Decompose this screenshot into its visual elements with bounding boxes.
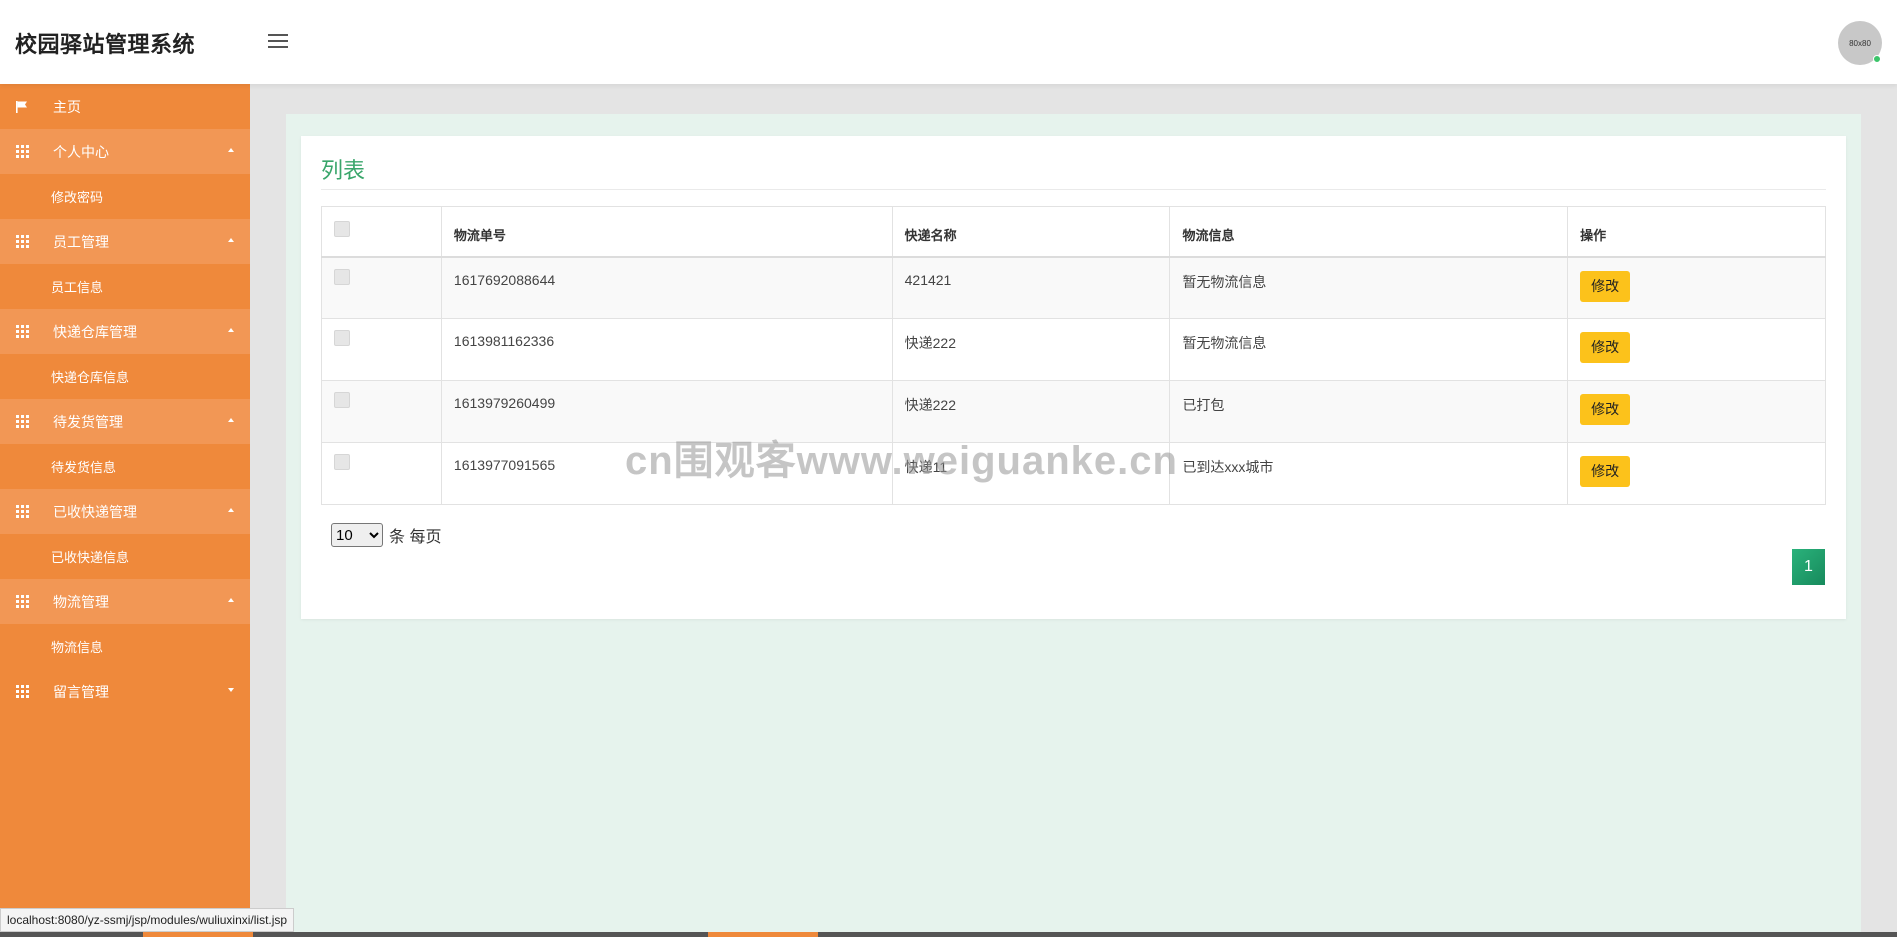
sidebar-item-staff-info[interactable]: 员工信息 bbox=[0, 264, 250, 309]
table-header-row: 物流单号 快递名称 物流信息 操作 bbox=[321, 206, 1826, 258]
column-header[interactable]: 物流单号 bbox=[440, 206, 893, 258]
pagination-page-button[interactable]: 1 bbox=[1792, 549, 1825, 585]
table-row: 1613981162336 快递222 暂无物流信息 修改 bbox=[321, 318, 1826, 381]
sidebar-group-warehouse[interactable]: 快递仓库管理 bbox=[0, 309, 250, 354]
grid-icon bbox=[14, 504, 30, 520]
top-header: 校园驿站管理系统 80x80 bbox=[0, 0, 1897, 84]
express-name-cell: 421421 bbox=[891, 256, 1171, 319]
edit-button[interactable]: 修改 bbox=[1580, 270, 1631, 302]
caret-up-icon bbox=[228, 328, 234, 332]
sidebar-group-staff[interactable]: 员工管理 bbox=[0, 219, 250, 264]
sidebar-item-change-password[interactable]: 修改密码 bbox=[0, 174, 250, 219]
row-checkbox[interactable] bbox=[334, 330, 350, 346]
column-header[interactable]: 物流信息 bbox=[1169, 206, 1569, 258]
row-checkbox[interactable] bbox=[334, 268, 350, 285]
column-header[interactable]: 快递名称 bbox=[891, 206, 1171, 258]
page-title: 列表 bbox=[321, 158, 366, 183]
grid-icon bbox=[14, 414, 30, 430]
edit-button[interactable]: 修改 bbox=[1580, 394, 1631, 425]
page-size-select[interactable]: 102050 bbox=[331, 523, 383, 547]
action-cell: 修改 bbox=[1567, 256, 1826, 319]
action-cell: 修改 bbox=[1567, 442, 1826, 505]
sidebar-group-label: 留言管理 bbox=[53, 683, 109, 700]
column-header: 操作 bbox=[1567, 206, 1826, 258]
menu-toggle-icon[interactable] bbox=[268, 34, 288, 50]
sidebar-group-label: 个人中心 bbox=[53, 143, 109, 160]
status-url: localhost:8080/yz-ssmj/jsp/modules/wuliu… bbox=[0, 908, 295, 932]
sidebar-group-label: 快递仓库管理 bbox=[53, 323, 137, 340]
row-select-cell bbox=[321, 256, 442, 319]
caret-down-icon bbox=[228, 688, 234, 692]
sidebar-item-pending-shipment-info[interactable]: 待发货信息 bbox=[0, 444, 250, 489]
divider bbox=[321, 189, 1826, 190]
action-cell: 修改 bbox=[1567, 380, 1826, 443]
sidebar-group-label: 物流管理 bbox=[53, 593, 109, 610]
edit-button[interactable]: 修改 bbox=[1580, 332, 1631, 363]
action-cell: 修改 bbox=[1567, 318, 1826, 381]
sidebar-group-label: 待发货管理 bbox=[53, 413, 123, 430]
select-all-cell bbox=[321, 206, 442, 258]
grid-icon bbox=[14, 684, 30, 700]
sidebar-group-label: 已收快递管理 bbox=[53, 503, 137, 520]
logistics-info-cell: 暂无物流信息 bbox=[1169, 318, 1569, 381]
list-panel: 列表 物流单号 快递名称 物流信息 操作 1617692088644 42142… bbox=[301, 136, 1846, 619]
sidebar-item-received-info[interactable]: 已收快递信息 bbox=[0, 534, 250, 579]
express-name-cell: 快递222 bbox=[891, 318, 1171, 381]
sidebar-item-home[interactable]: 主页 bbox=[0, 84, 250, 129]
sidebar-group-label: 员工管理 bbox=[53, 233, 109, 250]
row-checkbox[interactable] bbox=[334, 454, 350, 470]
sidebar-item-logistics-info[interactable]: 物流信息 bbox=[0, 624, 250, 669]
logistics-info-cell: 暂无物流信息 bbox=[1169, 256, 1569, 319]
avatar[interactable]: 80x80 bbox=[1838, 21, 1882, 65]
caret-up-icon bbox=[228, 418, 234, 422]
sidebar-item-warehouse-info[interactable]: 快递仓库信息 bbox=[0, 354, 250, 399]
avatar-text: 80x80 bbox=[1849, 38, 1871, 48]
caret-up-icon bbox=[228, 148, 234, 152]
logistics-number-cell: 1617692088644 bbox=[440, 256, 893, 319]
caret-up-icon bbox=[228, 508, 234, 512]
row-select-cell bbox=[321, 380, 442, 443]
taskbar-strip bbox=[0, 932, 1897, 937]
page-size-suffix: 条 每页 bbox=[389, 529, 442, 546]
sidebar: 主页 个人中心 修改密码 员工管理 员工信息 快递仓库管理 快递仓库信息 待发货… bbox=[0, 84, 250, 937]
logistics-number-cell: 1613981162336 bbox=[440, 318, 893, 381]
sidebar-group-messages[interactable]: 留言管理 bbox=[0, 669, 250, 714]
edit-button[interactable]: 修改 bbox=[1580, 456, 1631, 487]
watermark: cn围观客www.weiguanke.cn bbox=[625, 439, 1178, 483]
select-all-checkbox[interactable] bbox=[334, 221, 350, 237]
row-select-cell bbox=[321, 442, 442, 505]
grid-icon bbox=[14, 324, 30, 340]
sidebar-item-label: 主页 bbox=[53, 98, 81, 115]
sidebar-group-personal[interactable]: 个人中心 bbox=[0, 129, 250, 174]
row-select-cell bbox=[321, 318, 442, 381]
flag-icon bbox=[14, 99, 30, 115]
sidebar-group-logistics[interactable]: 物流管理 bbox=[0, 579, 250, 624]
online-status-icon bbox=[1873, 55, 1881, 63]
row-checkbox[interactable] bbox=[334, 392, 350, 408]
grid-icon bbox=[14, 234, 30, 250]
table-row: 1617692088644 421421 暂无物流信息 修改 bbox=[321, 256, 1826, 319]
sidebar-group-received[interactable]: 已收快递管理 bbox=[0, 489, 250, 534]
caret-up-icon bbox=[228, 238, 234, 242]
app-title: 校园驿站管理系统 bbox=[15, 32, 196, 57]
grid-icon bbox=[14, 144, 30, 160]
sidebar-group-pending-shipment[interactable]: 待发货管理 bbox=[0, 399, 250, 444]
page-size-control: 102050 条 每页 bbox=[331, 523, 441, 547]
grid-icon bbox=[14, 594, 30, 610]
caret-up-icon bbox=[228, 598, 234, 602]
logistics-info-cell: 已打包 bbox=[1169, 380, 1569, 443]
logistics-info-cell: 已到达xxx城市 bbox=[1169, 442, 1569, 505]
